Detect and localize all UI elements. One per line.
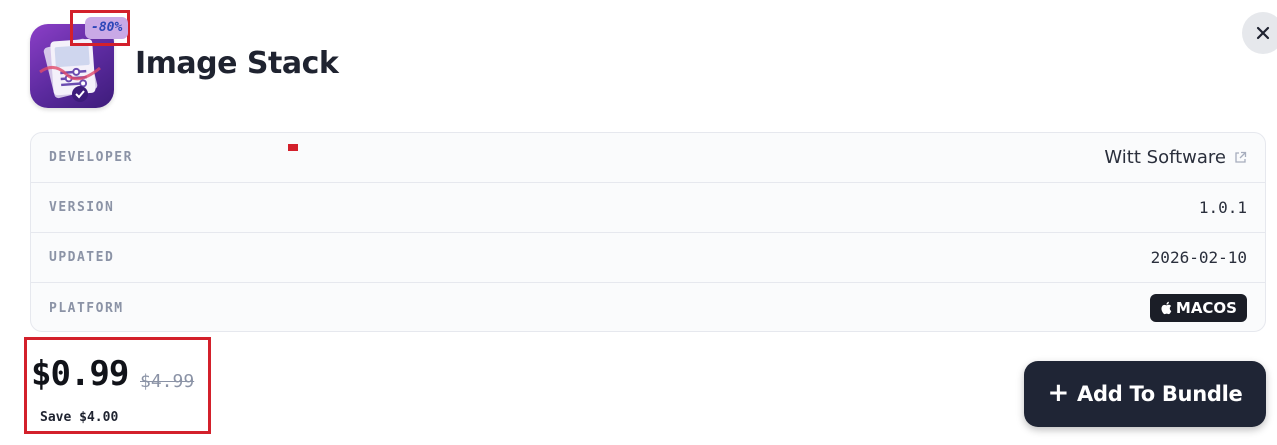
current-price: $0.99	[31, 354, 129, 394]
original-price: $4.99	[140, 371, 195, 392]
add-to-bundle-label: Add To Bundle	[1077, 382, 1243, 406]
detail-row-version: VERSION 1.0.1	[31, 183, 1265, 233]
platform-badge: MACOS	[1149, 294, 1247, 322]
close-icon	[1256, 26, 1270, 40]
developer-link[interactable]: Witt Software	[1104, 147, 1247, 168]
savings-text: Save $4.00	[40, 410, 119, 425]
version-label: VERSION	[49, 200, 115, 215]
detail-row-updated: UPDATED 2026-02-10	[31, 233, 1265, 283]
app-title: Image Stack	[135, 46, 339, 81]
updated-value: 2026-02-10	[1150, 248, 1247, 267]
discount-badge: -80%	[85, 17, 129, 39]
platform-label: PLATFORM	[49, 300, 124, 316]
apple-icon	[1161, 301, 1172, 315]
developer-name[interactable]: Witt Software	[1104, 147, 1226, 168]
plus-icon: +	[1047, 378, 1070, 408]
updated-label: UPDATED	[49, 250, 115, 265]
detail-row-developer: DEVELOPER Witt Software	[31, 133, 1265, 183]
developer-label: DEVELOPER	[49, 150, 133, 165]
price-highlight: $0.99 $4.99 Save $4.00	[24, 337, 211, 434]
platform-value: MACOS	[1175, 299, 1237, 317]
add-to-bundle-button[interactable]: + Add To Bundle	[1024, 361, 1266, 427]
external-link-icon	[1235, 151, 1247, 163]
version-value: 1.0.1	[1198, 198, 1247, 217]
detail-row-platform: PLATFORM MACOS	[31, 283, 1265, 331]
app-details-table: DEVELOPER Witt Software VERSION 1.0.1 UP…	[30, 132, 1266, 332]
annotation-marker	[288, 144, 298, 151]
close-button[interactable]	[1242, 12, 1277, 54]
discount-badge-highlight: -80%	[70, 10, 130, 46]
